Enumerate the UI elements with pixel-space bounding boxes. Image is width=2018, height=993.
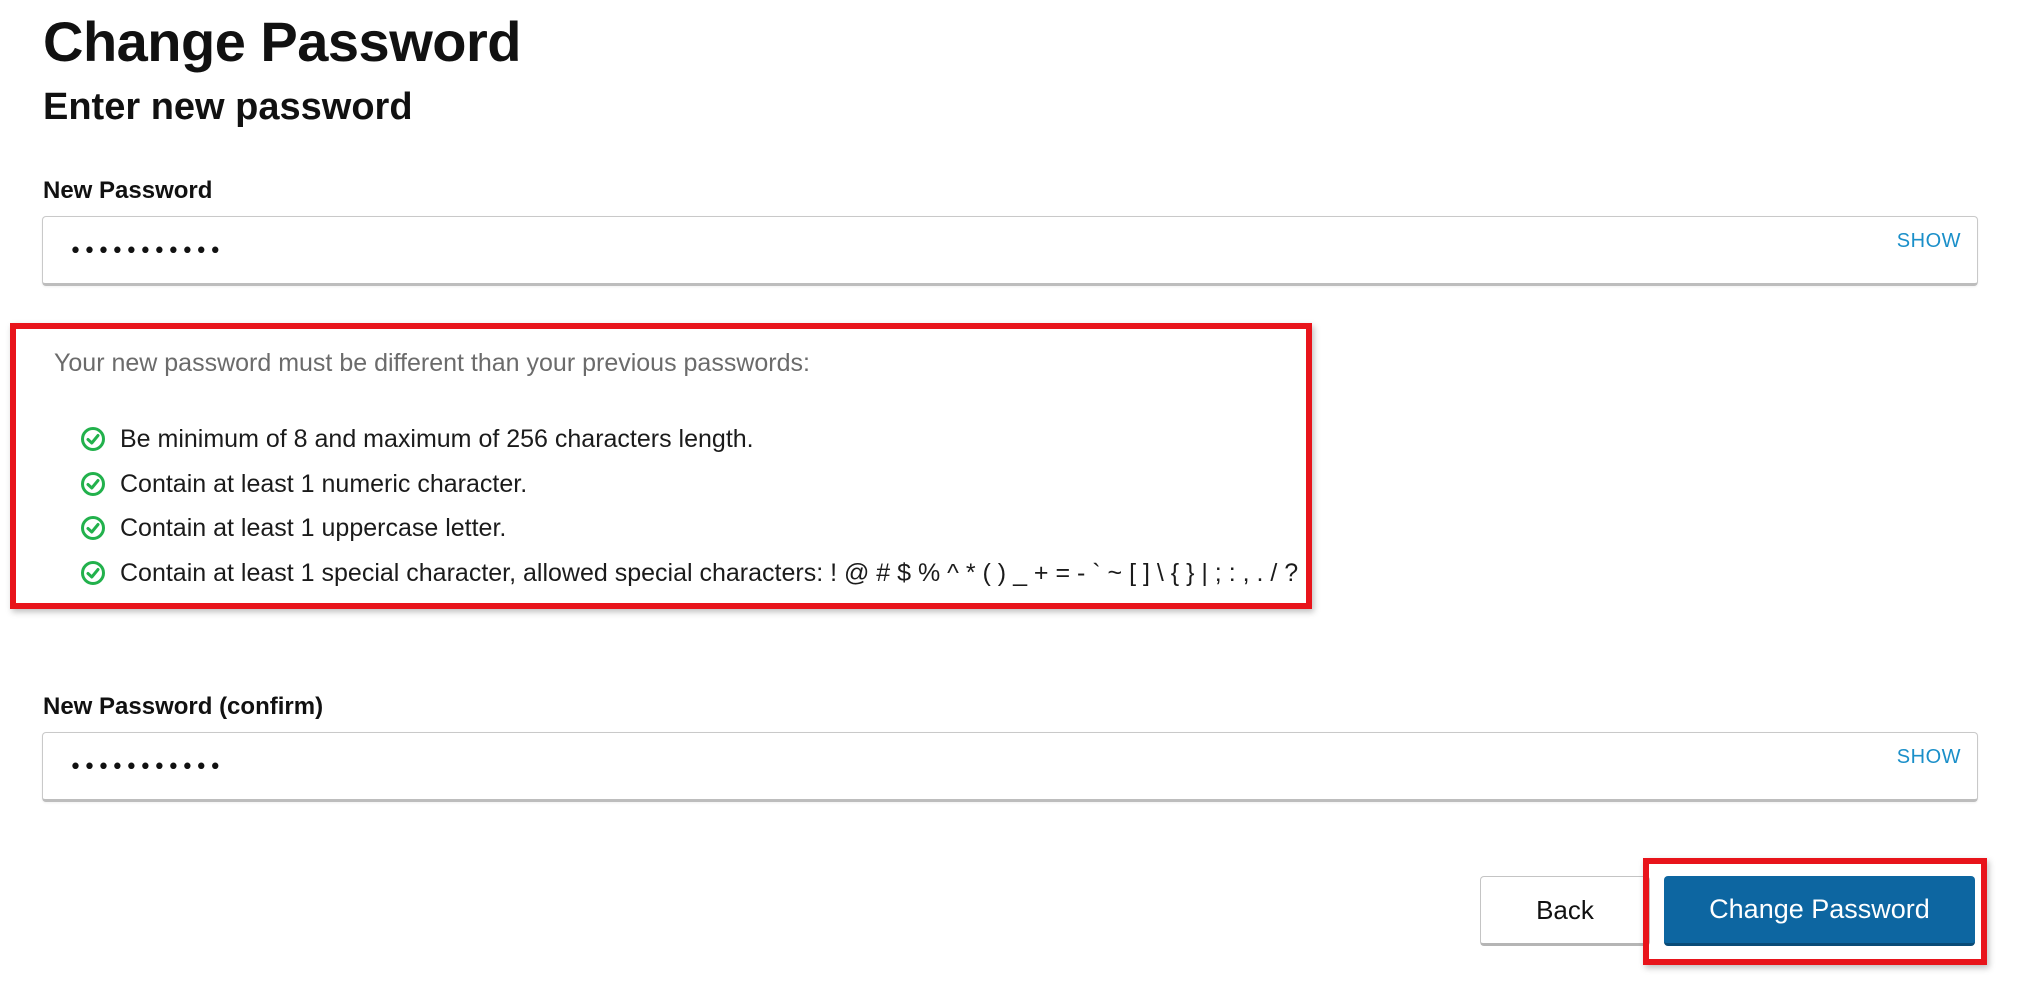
requirement-text: Contain at least 1 numeric character. bbox=[120, 469, 528, 498]
check-circle-icon bbox=[81, 427, 105, 452]
requirement-text: Contain at least 1 special character, al… bbox=[120, 558, 1299, 587]
requirement-text: Contain at least 1 uppercase letter. bbox=[120, 514, 507, 543]
requirement-item-numeric: Contain at least 1 numeric character. bbox=[80, 462, 1298, 507]
requirement-item-uppercase: Contain at least 1 uppercase letter. bbox=[80, 506, 1298, 551]
requirement-item-special: Contain at least 1 special character, al… bbox=[80, 551, 1298, 596]
page-title: Change Password bbox=[43, 10, 521, 73]
new-password-input[interactable] bbox=[69, 231, 1769, 271]
check-circle-icon bbox=[81, 516, 105, 541]
confirm-password-field: SHOW bbox=[42, 732, 1978, 802]
page-subtitle: Enter new password bbox=[43, 86, 413, 128]
confirm-password-input[interactable] bbox=[69, 747, 1769, 787]
check-circle-icon bbox=[81, 471, 105, 496]
show-new-password-toggle[interactable]: SHOW bbox=[1897, 229, 1961, 253]
new-password-label: New Password bbox=[43, 177, 213, 204]
requirement-item-length: Be minimum of 8 and maximum of 256 chara… bbox=[80, 417, 1298, 462]
change-password-button[interactable]: Change Password bbox=[1664, 876, 1975, 946]
requirement-text: Be minimum of 8 and maximum of 256 chara… bbox=[120, 425, 754, 454]
requirements-list: Be minimum of 8 and maximum of 256 chara… bbox=[80, 417, 1298, 595]
confirm-password-label: New Password (confirm) bbox=[43, 693, 324, 720]
check-circle-icon bbox=[81, 560, 105, 585]
back-button[interactable]: Back bbox=[1480, 876, 1650, 946]
show-confirm-password-toggle[interactable]: SHOW bbox=[1897, 745, 1961, 769]
password-requirements: Your new password must be different than… bbox=[10, 323, 1312, 609]
requirements-intro: Your new password must be different than… bbox=[54, 349, 810, 377]
new-password-field: SHOW bbox=[42, 216, 1978, 286]
